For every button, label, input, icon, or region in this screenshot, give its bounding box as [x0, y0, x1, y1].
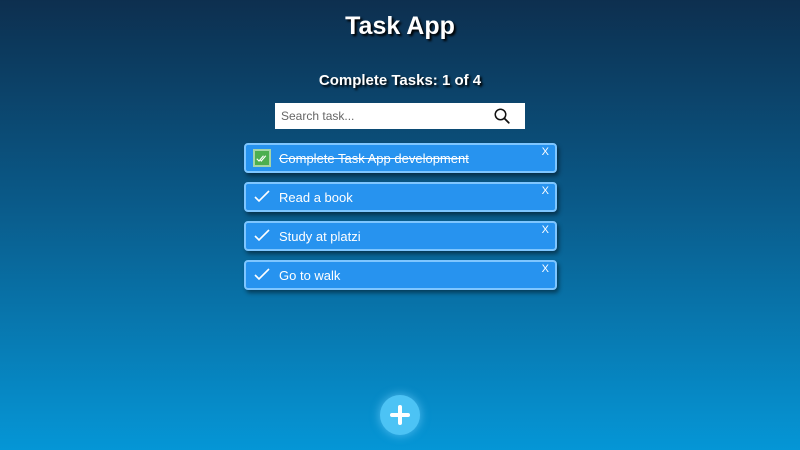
completed-counter: Complete Tasks: 1 of 4: [318, 72, 482, 89]
check-icon: [254, 229, 270, 242]
task-item: Complete Task App development X: [244, 143, 557, 173]
task-text: Complete Task App development: [279, 151, 469, 166]
task-text: Study at platzi: [279, 229, 361, 244]
task-item: Study at platzi X: [244, 221, 557, 251]
task-check-button[interactable]: [253, 227, 271, 245]
app-title: Task App: [345, 12, 455, 40]
add-task-button[interactable]: [380, 395, 420, 435]
delete-task-button[interactable]: X: [542, 224, 549, 236]
check-icon: [254, 268, 270, 281]
search-box: [275, 103, 525, 129]
double-check-icon: [256, 155, 267, 162]
task-text: Go to walk: [279, 268, 341, 283]
search-icon[interactable]: [493, 107, 511, 125]
task-check-button[interactable]: [253, 266, 271, 284]
task-check-button[interactable]: [253, 188, 271, 206]
task-list: Complete Task App development X Read a b…: [244, 143, 557, 299]
delete-task-button[interactable]: X: [542, 185, 549, 197]
task-check-button[interactable]: [253, 149, 271, 167]
delete-task-button[interactable]: X: [542, 263, 549, 275]
plus-icon: [390, 405, 410, 425]
task-item: Read a book X: [244, 182, 557, 212]
delete-task-button[interactable]: X: [542, 146, 549, 158]
check-icon: [254, 190, 270, 203]
task-item: Go to walk X: [244, 260, 557, 290]
task-text: Read a book: [279, 190, 353, 205]
search-input[interactable]: [275, 104, 491, 128]
